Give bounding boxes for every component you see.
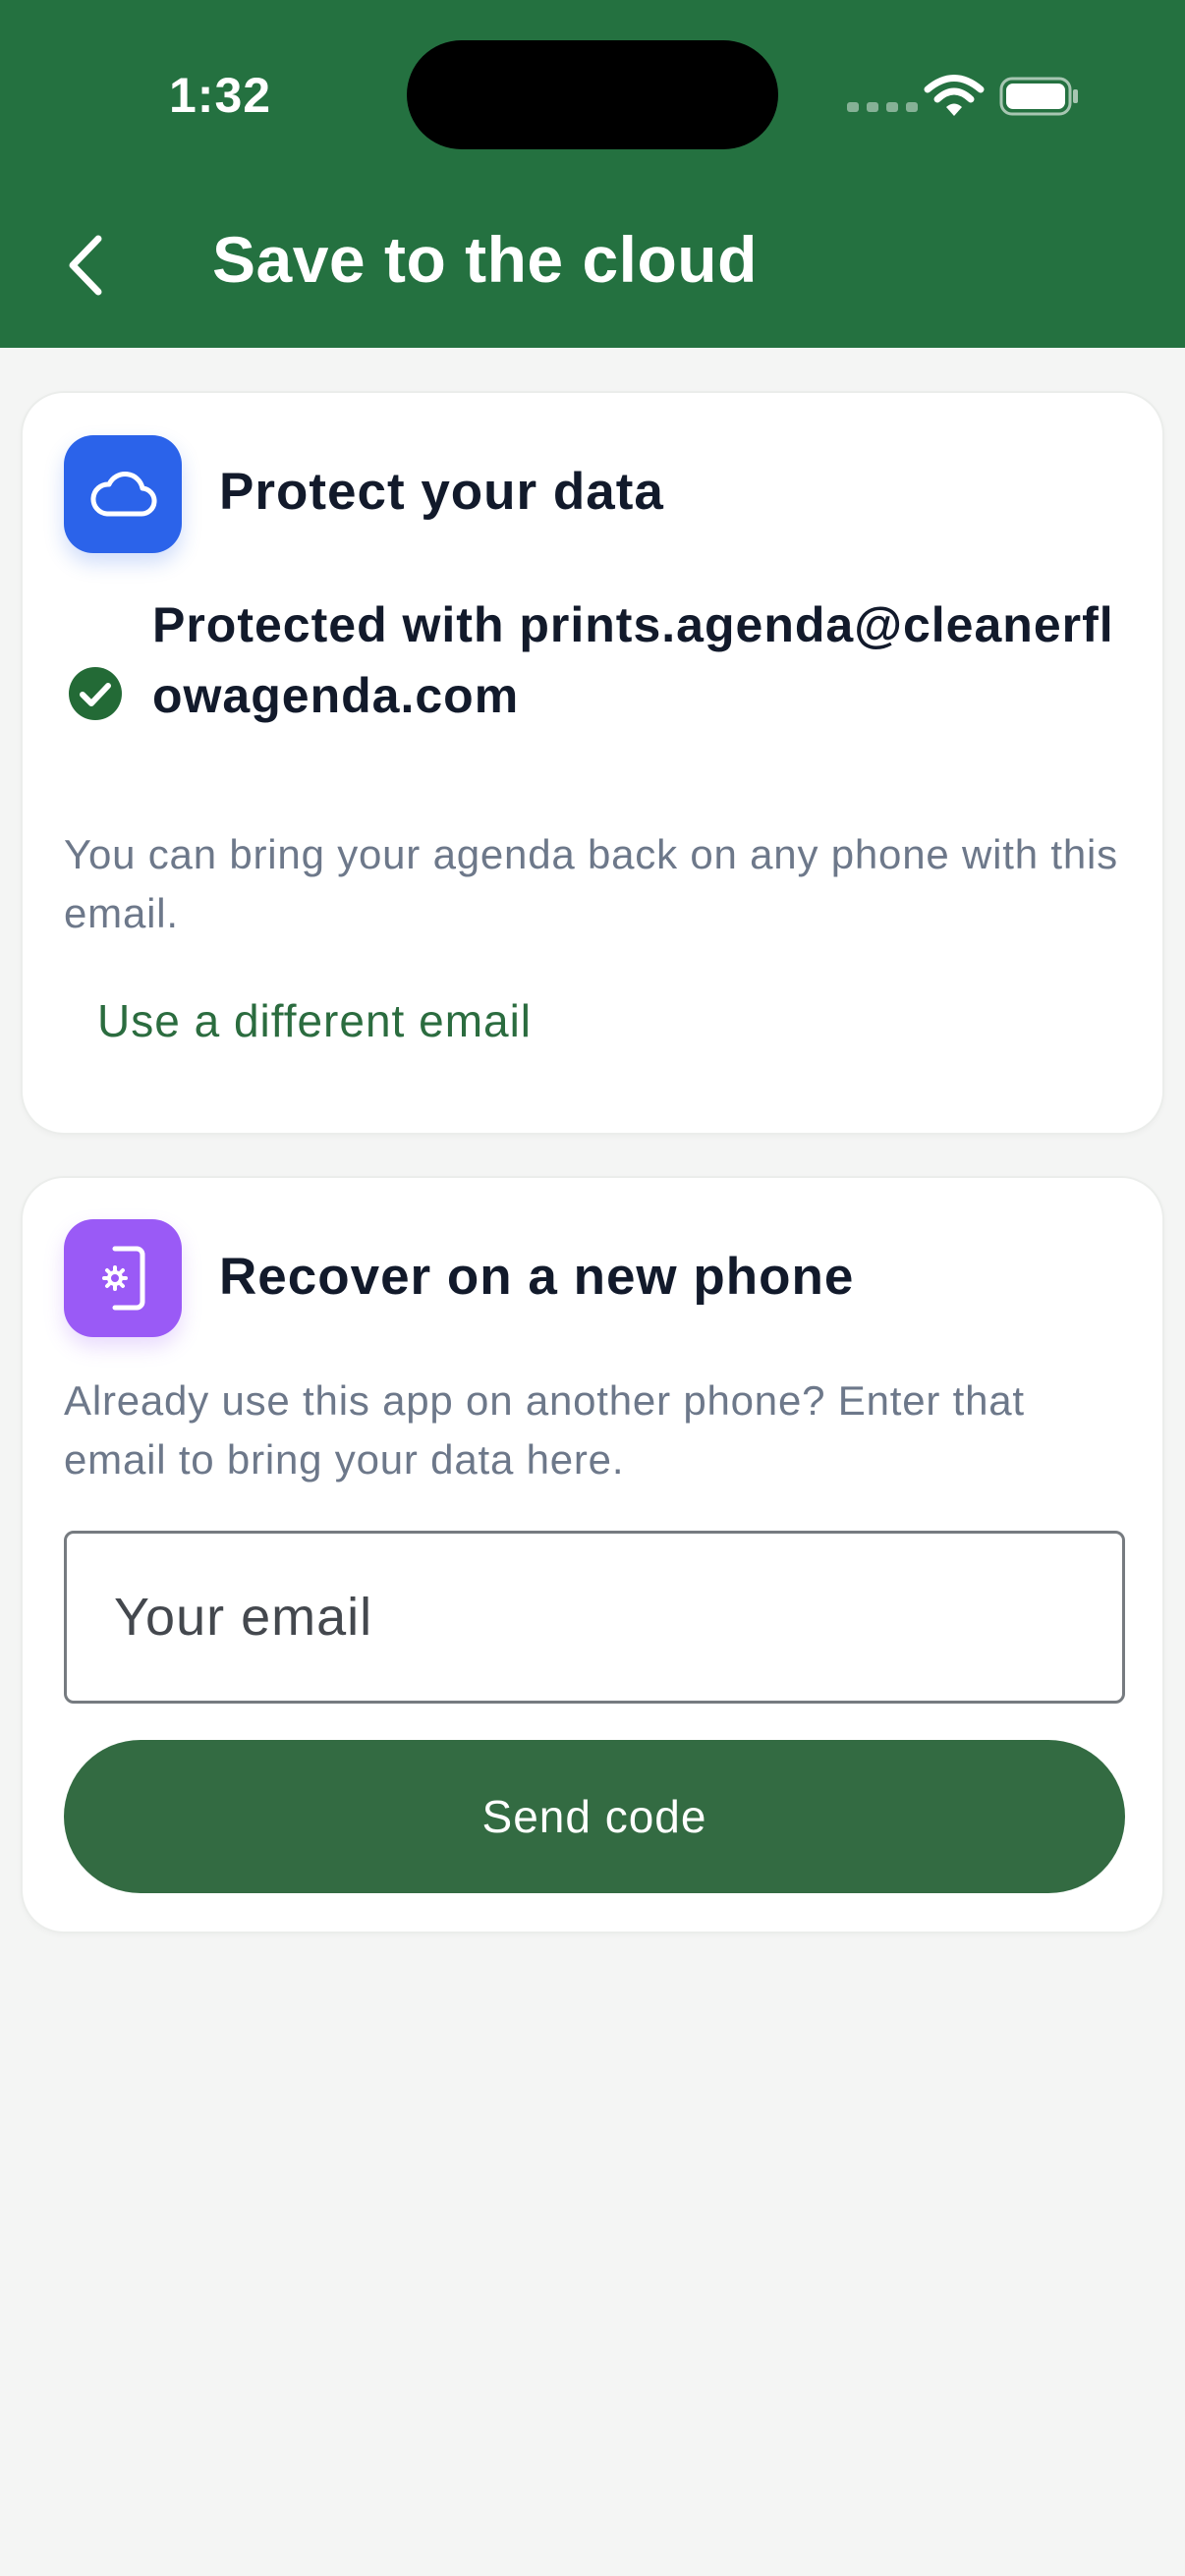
protected-email-status: Protected with prints.agenda@cleanerflow… xyxy=(152,597,1114,723)
status-time: 1:32 xyxy=(169,68,272,123)
recover-description: Already use this app on another phone? E… xyxy=(64,1377,1025,1483)
app-header: 1:32 Save to the cloud xyxy=(0,0,1185,348)
dynamic-island xyxy=(407,40,778,149)
recover-card: Recover on a new phone Already use this … xyxy=(21,1176,1164,1933)
email-input[interactable] xyxy=(64,1531,1125,1704)
wifi-icon xyxy=(924,75,985,116)
chevron-left-icon xyxy=(69,235,102,296)
protect-card-title: Protect your data xyxy=(219,463,664,521)
cloud-icon-tile xyxy=(64,435,182,553)
page-title: Save to the cloud xyxy=(212,223,758,296)
phone-settings-icon-tile xyxy=(64,1219,182,1337)
protect-description: You can bring your agenda back on any ph… xyxy=(64,831,1118,936)
phone-settings-icon xyxy=(102,1246,145,1311)
use-different-email-button[interactable]: Use a different email xyxy=(97,994,532,1047)
recover-card-title: Recover on a new phone xyxy=(219,1248,855,1306)
cellular-signal-icon xyxy=(847,102,918,112)
protect-data-card: Protect your data Protected with prints.… xyxy=(21,391,1164,1135)
check-circle-icon xyxy=(69,667,122,720)
battery-icon xyxy=(999,77,1078,116)
send-code-button[interactable]: Send code xyxy=(64,1740,1125,1893)
cloud-icon xyxy=(90,472,157,517)
save-to-cloud-screen: 1:32 Save to the cloud Protect your data… xyxy=(0,0,1185,2576)
back-button[interactable] xyxy=(47,218,122,312)
